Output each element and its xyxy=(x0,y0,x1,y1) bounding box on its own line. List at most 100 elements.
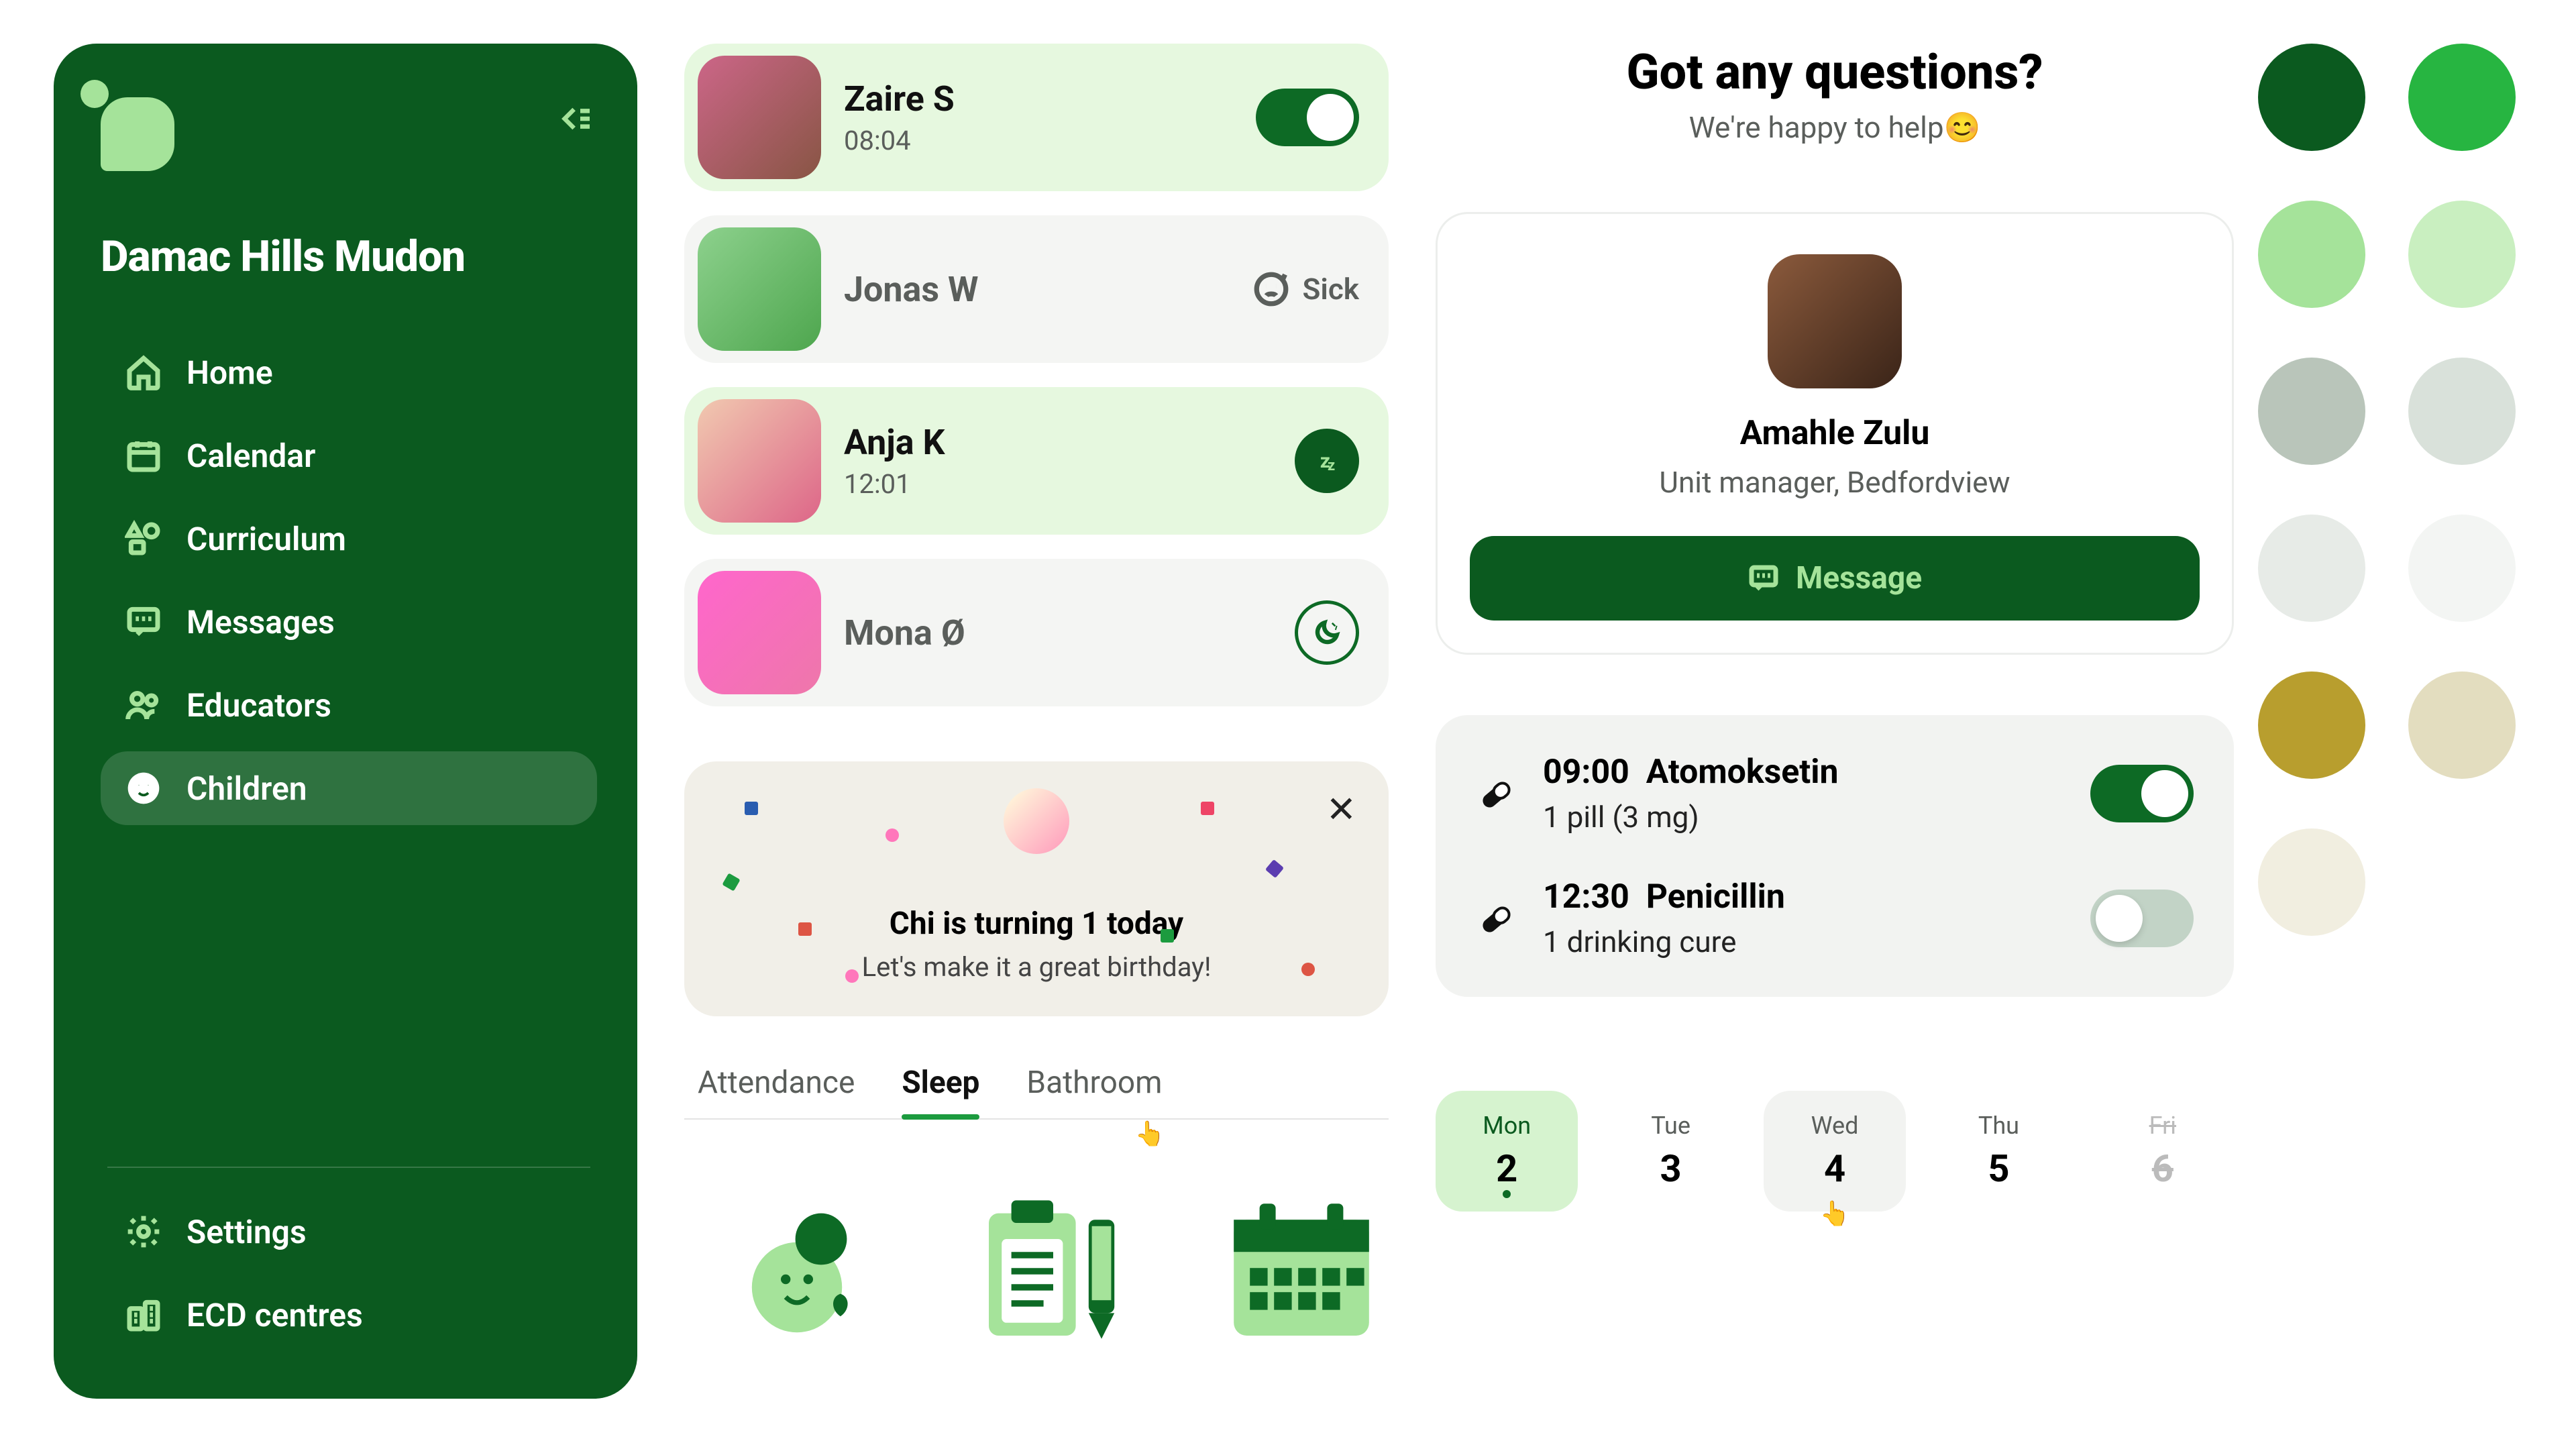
swatch xyxy=(2408,358,2516,465)
day-wed[interactable]: Wed 4 👆 xyxy=(1764,1091,1906,1212)
activity-tabs: Attendance Sleep Bathroom 👆 xyxy=(684,1047,1389,1120)
medication-card: 09:00 Atomoksetin 1 pill (3 mg) 12:30 Pe… xyxy=(1436,715,2234,997)
contact-name: Amahle Zulu xyxy=(1740,414,1930,453)
org-name: Damac Hills Mudon xyxy=(101,231,597,282)
child-avatar xyxy=(698,399,821,523)
contact-role: Unit manager, Bedfordview xyxy=(1659,465,2010,500)
nav-label: Curriculum xyxy=(186,520,346,558)
nav-home[interactable]: Home xyxy=(101,335,597,409)
swatch xyxy=(2408,201,2516,308)
medication-title: 12:30 Penicillin xyxy=(1543,877,2063,916)
cursor-icon: 👆 xyxy=(1135,1120,1165,1148)
swatch xyxy=(2408,515,2516,622)
nav-label: Educators xyxy=(186,686,331,724)
day-tue[interactable]: Tue 3 xyxy=(1599,1091,1741,1212)
child-time: 12:01 xyxy=(844,468,1272,500)
nav-label: ECD centres xyxy=(186,1296,363,1334)
birthday-title: Chi is turning 1 today xyxy=(890,906,1183,942)
nav-children[interactable]: Children xyxy=(101,751,597,825)
day-mon[interactable]: Mon 2 xyxy=(1436,1091,1578,1212)
questions-subtitle: We're happy to help😊 xyxy=(1436,110,2234,145)
nav-ecd-centres[interactable]: ECD centres xyxy=(101,1278,597,1352)
child-row[interactable]: Anja K 12:01 zz xyxy=(684,387,1389,535)
child-name: Mona Ø xyxy=(844,612,1272,653)
child-row[interactable]: Zaire S 08:04 xyxy=(684,44,1389,191)
swatch xyxy=(2408,44,2516,151)
medication-title: 09:00 Atomoksetin xyxy=(1543,753,2063,792)
tab-attendance[interactable]: Attendance xyxy=(698,1065,855,1118)
pill-icon xyxy=(1476,898,1516,938)
sick-face-icon xyxy=(1252,270,1291,309)
medication-toggle[interactable] xyxy=(2090,765,2194,822)
illustration-row xyxy=(684,1191,1389,1352)
birthday-subtitle: Let's make it a great birthday! xyxy=(862,951,1212,983)
swatch xyxy=(2258,672,2365,779)
swatch xyxy=(2258,828,2365,936)
sidebar: Damac Hills Mudon Home Calendar Curricul… xyxy=(54,44,637,1399)
medication-dose: 1 drinking cure xyxy=(1543,924,2063,959)
footer-nav: Settings ECD centres xyxy=(101,1195,597,1352)
gear-icon xyxy=(125,1213,162,1250)
questions-header: Got any questions? We're happy to help😊 xyxy=(1436,44,2234,145)
chat-icon xyxy=(1748,562,1780,594)
medication-row: 12:30 Penicillin 1 drinking cure xyxy=(1476,877,2194,959)
day-thu[interactable]: Thu 5 xyxy=(1927,1091,2070,1212)
child-row[interactable]: Mona Ø xyxy=(684,559,1389,706)
children-column: Zaire S 08:04 Jonas W Sick Anja K 12:01 … xyxy=(684,44,1389,1402)
cursor-icon: 👆 xyxy=(1820,1199,1850,1228)
calendar-illustration-icon xyxy=(1221,1191,1382,1352)
tab-sleep[interactable]: Sleep xyxy=(902,1065,979,1118)
birthday-banner: ✕ Chi is turning 1 today Let's make it a… xyxy=(684,761,1389,1016)
medication-row: 09:00 Atomoksetin 1 pill (3 mg) xyxy=(1476,753,2194,835)
child-name: Anja K xyxy=(844,422,1272,463)
nav-label: Calendar xyxy=(186,437,315,475)
contact-avatar xyxy=(1768,254,1902,388)
nav-calendar[interactable]: Calendar xyxy=(101,419,597,492)
home-icon xyxy=(125,354,162,391)
child-avatar xyxy=(698,56,821,179)
shapes-icon xyxy=(125,520,162,557)
sick-badge: Sick xyxy=(1252,270,1359,309)
child-avatar xyxy=(698,227,821,351)
birthday-avatar xyxy=(1004,788,1069,854)
nav-settings[interactable]: Settings xyxy=(101,1195,597,1269)
message-button[interactable]: Message xyxy=(1470,536,2200,621)
collapse-sidebar-button[interactable] xyxy=(554,97,597,140)
people-icon xyxy=(125,686,162,724)
color-palette xyxy=(2258,44,2516,936)
nav-label: Settings xyxy=(186,1213,307,1251)
nav-educators[interactable]: Educators xyxy=(101,668,597,742)
questions-title: Got any questions? xyxy=(1436,44,2234,101)
day-fri: Fri 6 xyxy=(2092,1091,2234,1212)
nav-messages[interactable]: Messages xyxy=(101,585,597,659)
medication-toggle[interactable] xyxy=(2090,890,2194,947)
primary-nav: Home Calendar Curriculum Messages Educat… xyxy=(101,335,597,825)
swatch xyxy=(2408,828,2516,936)
calendar-icon xyxy=(125,437,162,474)
child-time: 08:04 xyxy=(844,125,1233,156)
swatch xyxy=(2258,358,2365,465)
week-picker: Mon 2 Tue 3 Wed 4 👆 Thu 5 Fri 6 xyxy=(1436,1091,2234,1212)
swatch xyxy=(2408,672,2516,779)
child-face-icon xyxy=(125,769,162,807)
child-row[interactable]: Jonas W Sick xyxy=(684,215,1389,363)
tab-bathroom[interactable]: Bathroom 👆 xyxy=(1026,1065,1162,1118)
child-avatar xyxy=(698,571,821,694)
child-name: Zaire S xyxy=(844,78,1233,119)
moon-icon xyxy=(1312,618,1342,647)
contact-card: Amahle Zulu Unit manager, Bedfordview Me… xyxy=(1436,212,2234,655)
chat-icon xyxy=(125,603,162,641)
divider xyxy=(107,1167,590,1168)
nav-label: Children xyxy=(186,769,307,808)
nav-curriculum[interactable]: Curriculum xyxy=(101,502,597,576)
pill-icon xyxy=(1476,773,1516,814)
nav-label: Home xyxy=(186,354,273,392)
night-badge[interactable] xyxy=(1295,600,1359,665)
swatch xyxy=(2258,201,2365,308)
close-icon[interactable]: ✕ xyxy=(1326,788,1356,831)
attendance-toggle[interactable] xyxy=(1256,89,1359,146)
app-logo xyxy=(101,97,174,171)
sleep-badge: zz xyxy=(1295,429,1359,493)
buildings-icon xyxy=(125,1296,162,1334)
swatch xyxy=(2258,44,2365,151)
